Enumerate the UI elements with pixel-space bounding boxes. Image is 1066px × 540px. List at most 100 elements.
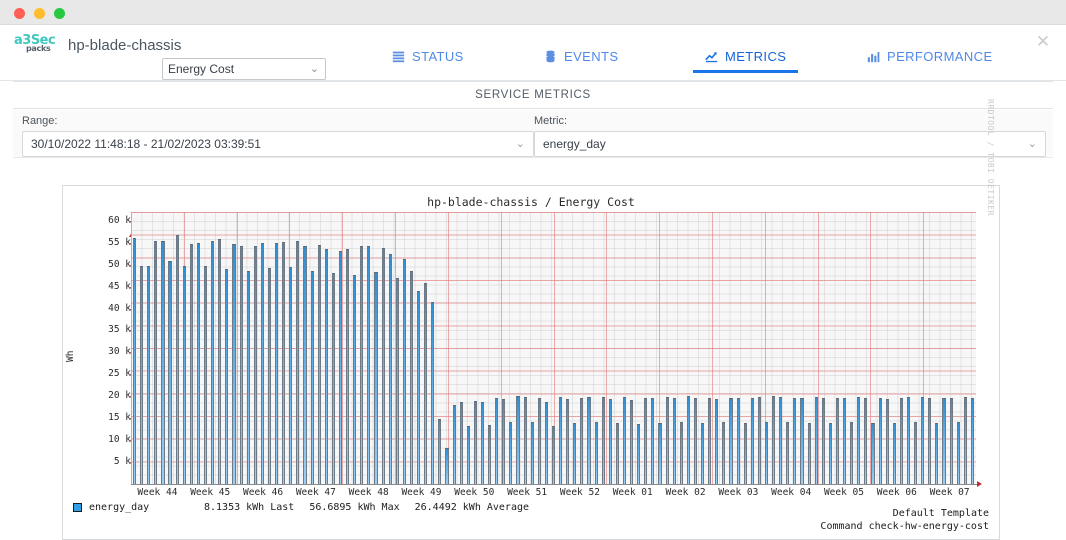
bar — [665, 397, 669, 484]
bar — [154, 241, 158, 484]
bar — [275, 242, 279, 484]
x-tick-label: Week 02 — [665, 487, 706, 498]
bar — [395, 277, 399, 484]
bar — [346, 249, 350, 484]
legend-series-name: energy_day — [89, 502, 150, 513]
tab-performance[interactable]: PERFORMANCE — [867, 25, 993, 81]
bar — [722, 422, 726, 484]
bar — [331, 273, 335, 484]
page-title: SERVICE METRICS — [475, 89, 591, 101]
bar — [225, 269, 229, 484]
window-minimize-button[interactable] — [34, 8, 45, 19]
y-tick-label: 25 k — [108, 368, 131, 380]
x-tick-label: Week 44 — [137, 487, 178, 498]
bar — [239, 246, 243, 484]
bar — [459, 402, 463, 484]
bar — [296, 241, 300, 484]
y-tick-label: 15 k — [108, 412, 131, 424]
bar — [963, 397, 967, 484]
bar — [473, 400, 477, 484]
app-header: a3Sec packs hp-blade-chassis Energy Cost… — [0, 25, 1066, 81]
bar — [573, 422, 577, 484]
metric-label: Metric: — [534, 115, 567, 127]
x-tick-label: Week 48 — [348, 487, 389, 498]
brand: a3Sec packs hp-blade-chassis — [14, 33, 181, 59]
bar — [942, 398, 946, 484]
bar — [161, 240, 165, 484]
x-tick-label: Week 06 — [876, 487, 917, 498]
tab-status[interactable]: STATUS — [392, 25, 464, 81]
x-axis-ticks: Week 44 Week 45 Week 46 Week 47 Week 48 Week … — [131, 487, 976, 501]
bar — [658, 422, 662, 484]
chevron-down-icon: ⌄ — [1027, 138, 1037, 150]
bar — [864, 398, 868, 484]
range-label: Range: — [22, 115, 58, 127]
bar — [956, 422, 960, 484]
a3sec-logo-icon: a3Sec packs — [14, 33, 62, 59]
x-tick-label: Week 01 — [612, 487, 653, 498]
range-select[interactable]: 30/10/2022 11:48:18 - 21/02/2023 03:39:5… — [22, 131, 534, 157]
bar — [651, 398, 655, 484]
tab-events[interactable]: EVENTS — [544, 25, 618, 81]
bar — [693, 398, 698, 484]
bar — [445, 448, 449, 484]
bar — [324, 248, 328, 484]
bar — [530, 422, 534, 484]
y-tick-label: 55 k — [108, 236, 131, 248]
bar — [317, 244, 321, 484]
bar — [409, 271, 414, 484]
tab-metrics[interactable]: METRICS — [692, 25, 799, 81]
x-tick-label: Week 03 — [718, 487, 759, 498]
bar — [381, 247, 385, 484]
bar — [800, 398, 804, 484]
y-tick-label: 35 k — [108, 324, 131, 336]
bar — [438, 419, 442, 484]
service-select[interactable]: Energy Cost ⌄ — [162, 58, 326, 80]
section-title-bar: SERVICE METRICS — [13, 81, 1053, 109]
bar — [367, 246, 371, 484]
bar — [516, 395, 520, 484]
bar — [466, 425, 470, 484]
metric-select[interactable]: energy_day ⌄ — [534, 131, 1046, 157]
bar — [637, 423, 641, 484]
bar — [182, 266, 186, 484]
filter-bar: Range: 30/10/2022 11:48:18 - 21/02/2023 … — [13, 110, 1053, 158]
bar — [495, 398, 499, 484]
window-close-button[interactable] — [14, 8, 25, 19]
x-tick-label: Week 52 — [559, 487, 600, 498]
bar — [424, 282, 428, 484]
bar — [786, 422, 790, 484]
bar — [701, 423, 705, 484]
x-tick-label: Week 45 — [190, 487, 231, 498]
bar — [417, 290, 421, 484]
bar — [353, 274, 357, 484]
bar — [253, 245, 257, 484]
bar — [132, 237, 137, 484]
bar — [388, 253, 392, 484]
graph-inner: hp-blade-chassis / Energy Cost Wh 5 k 10 … — [63, 99, 999, 539]
bar — [821, 398, 825, 484]
bar — [338, 250, 343, 484]
main-tabs: STATUS EVENTS METRICS PERFORMANCE — [380, 25, 1020, 81]
bar — [480, 401, 485, 484]
bar — [885, 398, 889, 484]
plot-area — [131, 212, 976, 484]
bar — [729, 397, 733, 484]
bar — [892, 422, 896, 484]
bar — [743, 423, 747, 484]
bar — [878, 398, 882, 484]
bar — [544, 402, 548, 484]
window-zoom-button[interactable] — [54, 8, 65, 19]
close-icon[interactable]: ✕ — [1034, 33, 1052, 51]
line-chart-icon — [705, 51, 718, 62]
bar — [360, 245, 364, 484]
rrdtool-watermark: RRDTOOL / TOBI OETIKER — [986, 99, 995, 216]
legend-stat-last: 8.1353 kWh Last — [204, 502, 295, 513]
bar — [644, 398, 648, 484]
bar — [218, 238, 222, 484]
legend-stat-average: 26.4492 kWh Average — [414, 502, 530, 513]
bar — [906, 397, 911, 484]
bar — [587, 397, 591, 484]
bar — [189, 243, 193, 484]
bar — [374, 272, 378, 484]
